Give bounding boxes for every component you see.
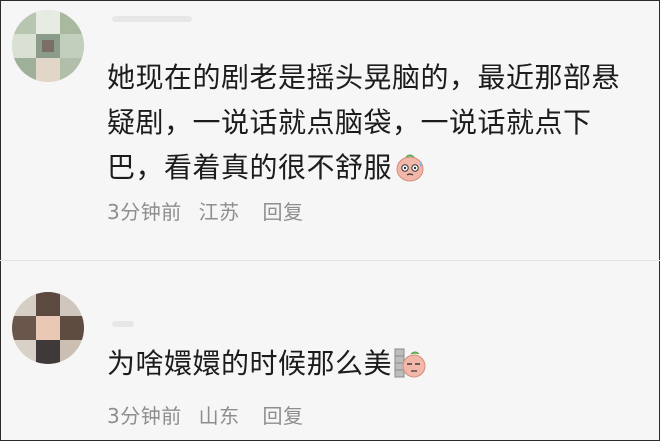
comment-text: 为啥嬛嬛的时候那么美	[107, 341, 642, 386]
comment-meta: 3分钟前 山东 回复	[107, 400, 313, 429]
timestamp: 3分钟前	[107, 200, 182, 224]
comment-text-content: 为啥嬛嬛的时候那么美	[107, 347, 393, 380]
avatar[interactable]	[12, 10, 84, 82]
reply-button[interactable]: 回复	[262, 200, 303, 224]
timestamp: 3分钟前	[107, 404, 182, 428]
sweating-peach-emoji-icon	[394, 151, 426, 183]
avatar[interactable]	[12, 292, 84, 364]
wall-peeking-peach-emoji-icon	[394, 347, 426, 379]
comment-text-content: 她现在的剧老是摇头晃脑的，最近那部悬疑剧，一说话就点脑袋，一说话就点下巴，看着真…	[107, 61, 621, 184]
location: 山东	[198, 404, 240, 428]
comment-divider	[0, 260, 660, 261]
username-blurred[interactable]	[112, 321, 134, 327]
comment-meta: 3分钟前 江苏 回复	[107, 196, 313, 225]
location: 江苏	[198, 200, 240, 224]
reply-button[interactable]: 回复	[262, 404, 303, 428]
comment-item: 为啥嬛嬛的时候那么美 3分钟前 山东 回复	[0, 275, 660, 441]
comment-item: 她现在的剧老是摇头晃脑的，最近那部悬疑剧，一说话就点脑袋，一说话就点下巴，看着真…	[0, 0, 660, 260]
username-blurred[interactable]	[112, 16, 192, 22]
comment-text: 她现在的剧老是摇头晃脑的，最近那部悬疑剧，一说话就点脑袋，一说话就点下巴，看着真…	[107, 55, 642, 190]
